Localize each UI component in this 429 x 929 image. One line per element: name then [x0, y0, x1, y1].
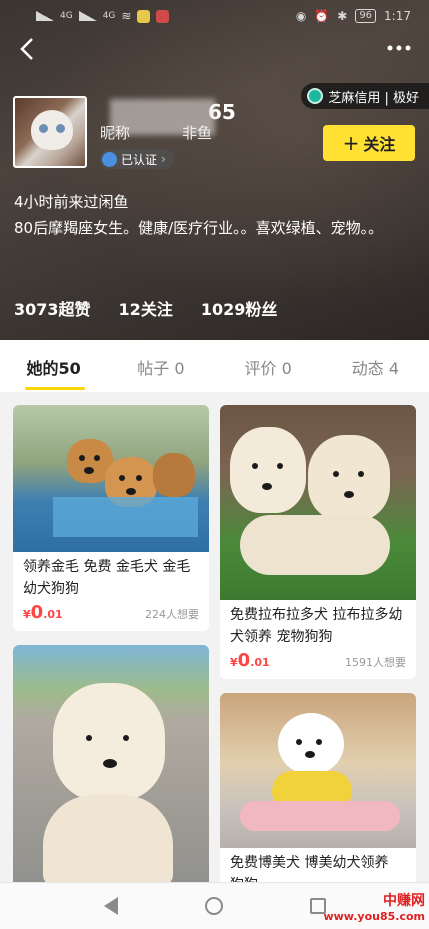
- item-card[interactable]: 免费博美犬 博美幼犬领养 狗狗: [220, 693, 416, 882]
- verified-label: 已认证: [121, 152, 158, 167]
- nav-back-icon[interactable]: [103, 897, 118, 915]
- profile-tabs: 她的50 帖子 0 评价 0 动态 4: [0, 340, 429, 392]
- wifi-icon: ≋: [121, 9, 132, 23]
- stat-likes[interactable]: 3073超赞: [14, 296, 91, 320]
- signal-label: 4G: [60, 11, 73, 21]
- item-photo: [13, 645, 209, 882]
- app-notification-icon: [156, 9, 170, 23]
- item-photo: [13, 405, 209, 552]
- nav-home-icon[interactable]: [204, 897, 223, 915]
- item-card[interactable]: [13, 645, 209, 882]
- back-button[interactable]: [16, 36, 44, 64]
- watermark-url: www.you85.com: [323, 910, 425, 923]
- item-price: ¥0.01: [230, 650, 270, 671]
- tab-posts[interactable]: 帖子 0: [107, 340, 214, 392]
- signal-icon: [78, 11, 97, 21]
- plus-icon: +: [342, 131, 360, 155]
- chevron-right-icon: ›: [161, 152, 166, 166]
- item-wants: 1591人想要: [345, 656, 406, 669]
- more-button[interactable]: [383, 36, 415, 64]
- nickname: 昵称 非鱼: [100, 122, 212, 143]
- item-feed: 领养金毛 免费 金毛犬 金毛幼犬狗狗 ¥0.01 224人想要 免费拉布拉多犬 …: [0, 392, 429, 882]
- item-title: 免费博美犬 博美幼犬领养 狗狗: [230, 855, 389, 882]
- alarm-icon: ⏰: [314, 9, 330, 23]
- nickname-label: 昵称: [100, 124, 131, 142]
- item-title: 领养金毛 免费 金毛犬 金毛幼犬狗狗: [23, 559, 191, 597]
- watermark: 中赚网 www.you85.com: [323, 890, 425, 923]
- eye-icon: ◉: [295, 9, 307, 23]
- last-seen-text: 4小时前来过闲鱼: [14, 193, 129, 211]
- watermark-brand: 中赚网: [383, 893, 425, 909]
- profile-stats: 3073超赞 12关注 1029粉丝: [14, 296, 277, 320]
- top-navigation: [0, 32, 429, 68]
- profile-bio: 80后摩羯座女生。健康/医疗行业。。喜欢绿植、宠物。。: [14, 219, 384, 237]
- credit-label: 芝麻信用 | 极好: [328, 90, 419, 106]
- item-card[interactable]: 领养金毛 免费 金毛犬 金毛幼犬狗狗 ¥0.01 224人想要: [13, 405, 209, 631]
- status-bar: 4G 4G ≋ ◉ ⏰ ✱ 96 1:17: [0, 0, 429, 32]
- battery-indicator: 96: [355, 9, 377, 23]
- item-photo: [220, 405, 416, 600]
- verified-user-icon: [102, 151, 117, 167]
- credit-score-badge[interactable]: 芝麻信用 | 极好: [301, 83, 429, 109]
- signal-label: 4G: [102, 11, 116, 21]
- item-title: 免费拉布拉多犬 拉布拉多幼犬领养 宠物狗狗: [230, 607, 403, 645]
- chevron-left-icon: [20, 38, 33, 60]
- tab-items[interactable]: 她的50: [0, 340, 107, 392]
- item-wants: 224人想要: [145, 608, 199, 621]
- follow-label: 关注: [363, 135, 396, 154]
- tab-reviews[interactable]: 评价 0: [215, 340, 322, 392]
- verified-badge[interactable]: 已认证 ›: [100, 149, 174, 169]
- item-photo: [220, 693, 416, 848]
- more-dots-icon: [387, 45, 411, 51]
- tab-activity[interactable]: 动态 4: [322, 340, 429, 392]
- app-notification-icon: [137, 9, 151, 23]
- cat-avatar-image: [31, 110, 73, 150]
- item-card[interactable]: 免费拉布拉多犬 拉布拉多幼犬领养 宠物狗狗 ¥0.01 1591人想要: [220, 405, 416, 679]
- avatar[interactable]: [13, 96, 87, 168]
- credit-icon: [307, 88, 324, 104]
- clock: 1:17: [384, 9, 411, 23]
- item-price: ¥0.01: [23, 602, 63, 623]
- follow-button[interactable]: + 关注: [323, 125, 415, 161]
- stat-followers[interactable]: 1029粉丝: [201, 296, 278, 320]
- signal-icon: [36, 11, 54, 21]
- nickname-suffix: 非鱼: [182, 124, 213, 142]
- bluetooth-icon: ✱: [337, 9, 348, 23]
- stat-following[interactable]: 12关注: [119, 296, 173, 320]
